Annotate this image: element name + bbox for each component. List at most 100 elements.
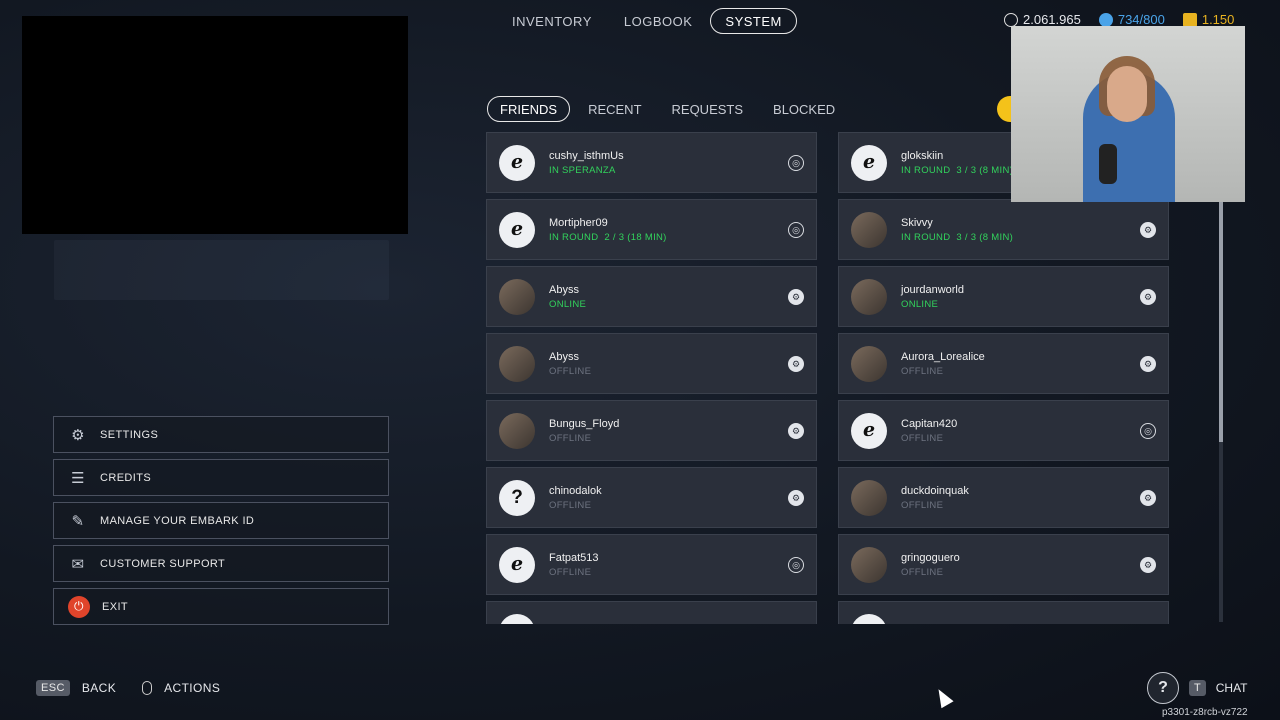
credits-button[interactable]: ☰ CREDITS — [53, 459, 389, 496]
friend-status: OFFLINE — [549, 567, 599, 578]
tickets-value: 1.150 — [1201, 12, 1235, 27]
friend-card[interactable]: ℯ Fatpat513 OFFLINE ◎ — [486, 534, 817, 595]
tab-system[interactable]: SYSTEM — [710, 8, 797, 34]
manage-embark-id-button[interactable]: ✎ MANAGE YOUR EMBARK ID — [53, 502, 389, 539]
tab-requests[interactable]: REQUESTS — [660, 96, 756, 122]
status-text: OFFLINE — [549, 499, 592, 511]
settings-button[interactable]: ⚙ SETTINGS — [53, 416, 389, 453]
tab-logbook[interactable]: LOGBOOK — [610, 8, 707, 34]
status-text: ONLINE — [901, 298, 939, 310]
ticket-icon — [1182, 12, 1197, 27]
friend-status: OFFLINE — [901, 366, 985, 377]
steam-icon: ⚙ — [1140, 356, 1156, 372]
friend-card[interactable]: ? chinodalok OFFLINE ⚙ — [486, 467, 817, 528]
exit-button[interactable]: ⏻ EXIT — [53, 588, 389, 625]
friend-card[interactable]: Skivvy IN ROUND 3 / 3 (8 MIN) ⚙ — [838, 199, 1169, 260]
friend-info: Aurora_Lorealice OFFLINE — [901, 351, 985, 377]
customer-support-label: CUSTOMER SUPPORT — [100, 557, 226, 570]
coins-value: 2.061.965 — [1023, 12, 1081, 27]
steam-icon: ⚙ — [788, 490, 804, 506]
friend-status: OFFLINE — [901, 433, 957, 444]
avatar — [851, 546, 887, 583]
friend-card[interactable]: Abyss ONLINE ⚙ — [486, 266, 817, 327]
webcam-overlay — [1011, 26, 1245, 202]
friend-card[interactable]: Bungus_Floyd OFFLINE ⚙ — [486, 400, 817, 461]
globe-icon: ◎ — [788, 557, 804, 573]
friend-name: duckdoinquak — [901, 484, 969, 497]
friend-card[interactable]: Abyss OFFLINE ⚙ — [486, 333, 817, 394]
status-text: IN ROUND — [901, 164, 951, 176]
capacity-counter: 734/800 — [1098, 12, 1165, 27]
actions-button[interactable]: ACTIONS — [164, 681, 220, 695]
capacity-icon — [1098, 12, 1113, 27]
avatar: ℯ — [851, 144, 887, 181]
status-text: OFFLINE — [549, 432, 592, 444]
chat-button[interactable]: CHAT — [1216, 681, 1248, 695]
tab-inventory[interactable]: INVENTORY — [498, 8, 606, 34]
friend-name: Abyss — [549, 350, 579, 363]
friend-card[interactable]: ℯHEXTRIS⚙ — [486, 601, 817, 624]
friend-status: IN ROUND 3 / 3 (8 MIN) — [901, 165, 1013, 176]
friend-card[interactable]: duckdoinquak OFFLINE ⚙ — [838, 467, 1169, 528]
friend-status: ONLINE — [901, 299, 964, 310]
avatar: ? — [499, 479, 535, 516]
status-text: OFFLINE — [901, 365, 944, 377]
friend-status: IN ROUND 2 / 3 (18 MIN) — [549, 232, 667, 243]
friend-name: Bungus_Floyd — [549, 417, 620, 430]
avatar: ℯ — [499, 546, 535, 583]
scrollbar-thumb[interactable] — [1219, 202, 1223, 442]
friends-scrollbar[interactable] — [1219, 202, 1223, 622]
avatar: ℯ — [499, 613, 535, 624]
friend-name: Aurora_Lorealice — [901, 350, 985, 363]
currency-bar: 2.061.965 734/800 1.150 — [1004, 12, 1234, 27]
friend-info: Skivvy IN ROUND 3 / 3 (8 MIN) — [901, 217, 1013, 243]
steam-icon: ⚙ — [1140, 557, 1156, 573]
friend-card[interactable]: Aurora_Lorealice OFFLINE ⚙ — [838, 333, 1169, 394]
steam-icon: ⚙ — [788, 423, 804, 439]
settings-label: SETTINGS — [100, 428, 159, 441]
bottom-right-controls: ? T CHAT — [1147, 672, 1248, 704]
tab-friends[interactable]: FRIENDS — [487, 96, 571, 122]
friend-name: Abyss — [549, 283, 579, 296]
friend-info: Mortipher09 IN ROUND 2 / 3 (18 MIN) — [549, 217, 667, 243]
friends-tabs: FRIENDS RECENT REQUESTS BLOCKED — [487, 96, 847, 122]
tab-blocked[interactable]: BLOCKED — [761, 96, 847, 122]
friend-name: Fatpat513 — [549, 551, 599, 564]
friend-card[interactable]: ℯ cushy_isthmUs IN SPERANZA ◎ — [486, 132, 817, 193]
power-icon: ⏻ — [68, 595, 90, 618]
status-text: IN ROUND — [901, 231, 951, 243]
manage-embark-id-label: MANAGE YOUR EMBARK ID — [100, 514, 255, 527]
friend-card[interactable]: ℯ Capitan420 OFFLINE ◎ — [838, 400, 1169, 461]
friend-info: jourdanworld ONLINE — [901, 284, 964, 310]
friend-info: chinodalok OFFLINE — [549, 485, 602, 511]
friend-card[interactable]: ℯ Mortipher09 IN ROUND 2 / 3 (18 MIN) ◎ — [486, 199, 817, 260]
friend-info: Fatpat513 OFFLINE — [549, 552, 599, 578]
status-text: ONLINE — [549, 298, 587, 310]
globe-icon: ◎ — [788, 222, 804, 238]
back-button[interactable]: BACK — [82, 681, 116, 695]
friend-card[interactable]: ℯJEWBACCA⚙ — [838, 601, 1169, 624]
steam-icon: ⚙ — [788, 356, 804, 372]
tab-recent[interactable]: RECENT — [576, 96, 653, 122]
friend-name: chinodalok — [549, 484, 602, 497]
chat-key: T — [1189, 680, 1206, 696]
coin-icon — [1004, 12, 1018, 27]
steam-icon: ⚙ — [1140, 490, 1156, 506]
capacity-value: 734/800 — [1117, 12, 1165, 27]
friend-name: cushy_isthmUs — [549, 149, 624, 162]
exit-label: EXIT — [102, 600, 129, 613]
friend-info: Bungus_Floyd OFFLINE — [549, 418, 619, 444]
friend-card[interactable]: gringoguero OFFLINE ⚙ — [838, 534, 1169, 595]
top-nav: INVENTORY LOGBOOK SYSTEM — [498, 8, 797, 34]
friend-name: Capitan420 — [901, 417, 958, 430]
redacted-region — [22, 16, 408, 234]
help-icon[interactable]: ? — [1147, 672, 1179, 704]
avatar: ℯ — [851, 613, 887, 624]
customer-support-button[interactable]: ✉ CUSTOMER SUPPORT — [53, 545, 389, 582]
status-text: OFFLINE — [549, 365, 592, 377]
gear-icon: ⚙ — [71, 426, 85, 444]
streamer-head — [1107, 66, 1147, 122]
friend-card[interactable]: jourdanworld ONLINE ⚙ — [838, 266, 1169, 327]
friend-info: Abyss ONLINE — [549, 284, 586, 310]
party-info: 2 / 3 (18 MIN) — [604, 231, 667, 243]
